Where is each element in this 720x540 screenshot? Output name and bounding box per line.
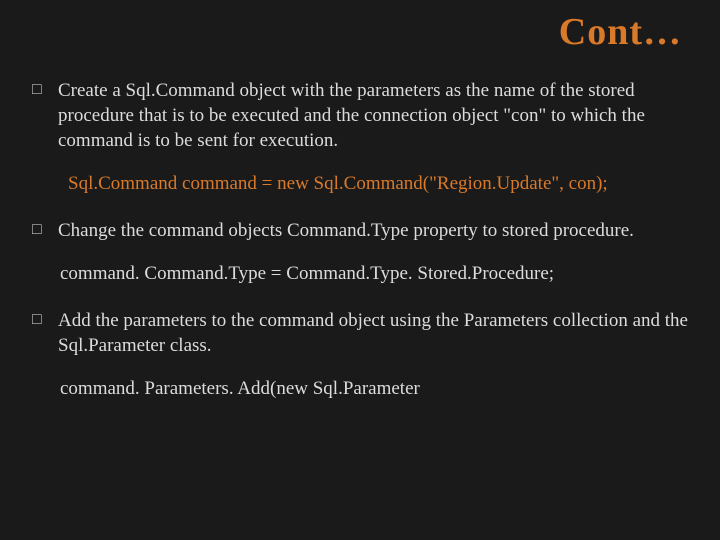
bullet-text: Add the parameters to the command object… <box>58 308 690 358</box>
bullet-marker-icon: □ <box>30 78 58 153</box>
code-snippet: command. Parameters. Add(new Sql.Paramet… <box>60 376 690 401</box>
bullet-text: Change the command objects Command.Type … <box>58 218 690 243</box>
list-item: □ Create a Sql.Command object with the p… <box>30 78 690 153</box>
slide-title: Cont… <box>559 10 682 54</box>
bullet-text: Create a Sql.Command object with the par… <box>58 78 690 153</box>
bullet-marker-icon: □ <box>30 218 58 243</box>
code-snippet: command. Command.Type = Command.Type. St… <box>60 261 690 286</box>
list-item: □ Add the parameters to the command obje… <box>30 308 690 358</box>
code-snippet: Sql.Command command = new Sql.Command("R… <box>68 171 690 196</box>
list-item: □ Change the command objects Command.Typ… <box>30 218 690 243</box>
bullet-marker-icon: □ <box>30 308 58 358</box>
slide-content: □ Create a Sql.Command object with the p… <box>30 78 690 423</box>
